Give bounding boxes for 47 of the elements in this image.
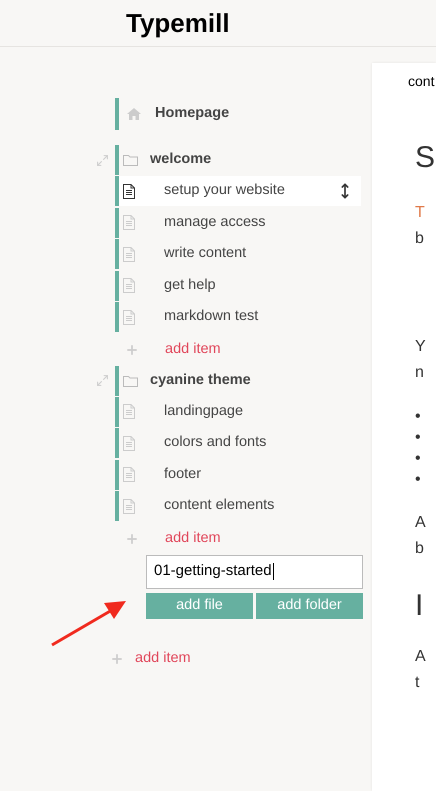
document-icon — [123, 498, 135, 514]
bullet-text: • — [415, 428, 422, 448]
document-icon — [123, 436, 135, 450]
page-item[interactable]: manage access — [115, 208, 361, 238]
site-title: Typemill — [126, 6, 230, 40]
expand-icon[interactable] — [96, 154, 109, 166]
heading-text: I — [415, 588, 424, 624]
homepage-item[interactable]: Homepage — [115, 98, 361, 130]
folder-icon — [123, 154, 138, 166]
bullet-text: • — [415, 470, 422, 490]
add-item-link[interactable]: add item — [165, 528, 221, 550]
paragraph-text: A — [415, 513, 427, 533]
paragraph-text: A — [415, 647, 427, 667]
document-icon — [123, 404, 135, 419]
add-item-link[interactable]: add item — [165, 338, 221, 360]
page-item[interactable]: setup your website — [115, 176, 361, 206]
page-item[interactable]: get help — [115, 270, 361, 300]
document-icon — [123, 278, 135, 293]
page-item[interactable]: footer — [115, 460, 361, 490]
document-icon — [123, 215, 135, 230]
page-item[interactable]: markdown test — [115, 302, 361, 332]
paragraph-text: b — [415, 539, 425, 559]
document-icon — [123, 246, 135, 262]
page-item[interactable]: content elements — [115, 491, 361, 521]
folder-icon — [123, 374, 138, 386]
paragraph-text: n — [415, 363, 425, 383]
document-icon — [123, 310, 135, 324]
expand-icon[interactable] — [96, 374, 109, 387]
document-icon — [123, 467, 135, 482]
add-item-link[interactable]: add item — [135, 648, 191, 670]
paragraph-text: t — [415, 673, 420, 693]
page-item[interactable]: landingpage — [115, 396, 361, 426]
content-tab[interactable]: cont — [372, 63, 436, 90]
heading-text: S — [415, 140, 436, 176]
plus-icon — [125, 342, 139, 356]
name-input-field[interactable]: 01-getting-started — [146, 554, 363, 588]
plus-icon — [110, 652, 124, 666]
bullet-text: • — [415, 407, 422, 427]
document-icon — [123, 184, 135, 198]
paragraph-text: b — [415, 229, 425, 249]
paragraph-text: Y — [415, 337, 427, 357]
page-item[interactable]: write content — [115, 239, 361, 269]
home-icon — [127, 108, 141, 120]
page-item[interactable]: colors and fonts — [115, 428, 361, 458]
plus-icon — [125, 532, 139, 546]
bullet-text: • — [415, 449, 422, 469]
folder-item[interactable]: cyanine theme — [115, 366, 361, 396]
